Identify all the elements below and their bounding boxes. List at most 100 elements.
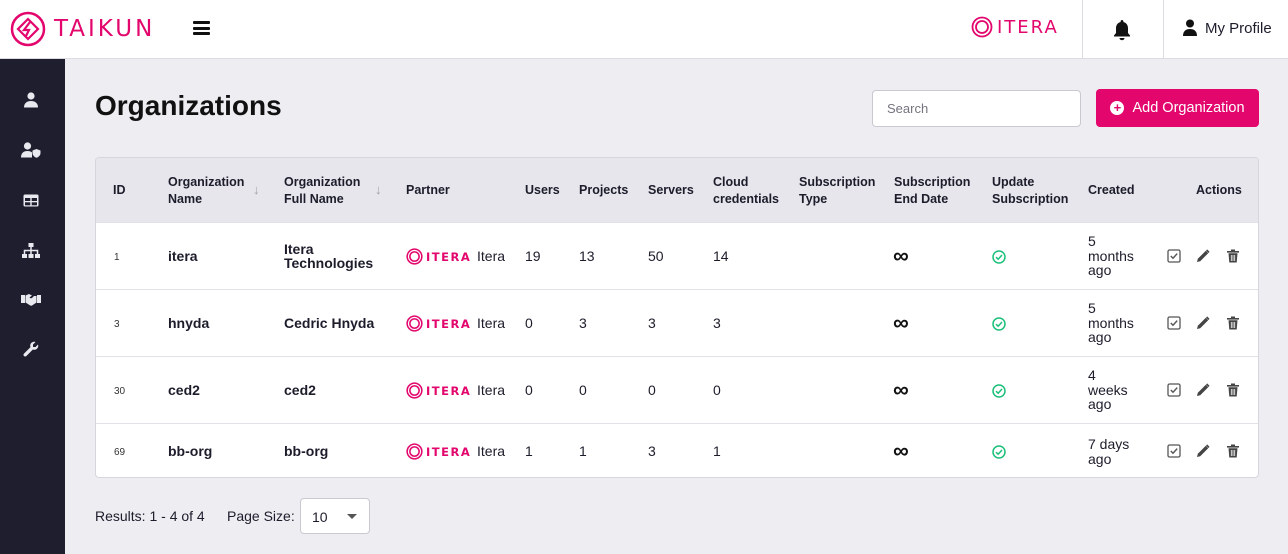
row-projects: 1 (579, 443, 587, 459)
row-full-name: ced2 (284, 383, 316, 398)
taikun-logo[interactable]: TAIKUN (10, 11, 155, 47)
wrench-icon (23, 341, 39, 357)
row-name[interactable]: hnyda (168, 316, 209, 331)
row-cloud-credentials: 0 (713, 382, 721, 398)
partner-logo-icon (406, 315, 423, 332)
col-organization-full-name[interactable]: Organization Full Name (284, 174, 360, 208)
table-row[interactable]: 3 hnyda Cedric Hnyda ITERA Itera 0 3 3 3… (96, 289, 1258, 356)
row-full-name-line1: ced2 (284, 382, 316, 398)
row-created-line2: months (1088, 247, 1134, 264)
page-title: Organizations (95, 90, 282, 121)
sort-arrow-icon[interactable]: ↓ (375, 182, 382, 197)
row-created: 5 months ago (1088, 301, 1134, 345)
search-input[interactable] (872, 90, 1081, 127)
col-cloud-credentials[interactable]: Cloud credentials (713, 174, 779, 208)
checkbox-icon[interactable] (1167, 383, 1181, 397)
row-servers: 3 (648, 315, 656, 331)
check-circle-icon[interactable] (992, 384, 1006, 398)
row-projects: 13 (579, 248, 595, 264)
menu-toggle-icon[interactable] (193, 21, 210, 35)
top-bar: TAIKUN ITERA My Profile (0, 0, 1288, 59)
col-id[interactable]: ID (113, 182, 126, 199)
col-update-line2: Subscription (992, 192, 1069, 206)
row-name[interactable]: ced2 (168, 383, 200, 398)
col-servers[interactable]: Servers (648, 182, 694, 199)
add-organization-label: Add Organization (1132, 100, 1245, 116)
partner-logo-text: ITERA (997, 16, 1059, 38)
check-circle-icon[interactable] (992, 445, 1006, 459)
row-created-line3: ago (1088, 262, 1112, 278)
infinity-icon: ∞ (893, 377, 909, 402)
col-projects[interactable]: Projects (579, 182, 628, 199)
col-created[interactable]: Created (1088, 182, 1135, 199)
row-id: 30 (114, 386, 126, 397)
sort-arrow-icon[interactable]: ↓ (253, 182, 260, 197)
row-created: 5 months ago (1088, 234, 1134, 278)
row-created-line1: 5 (1088, 233, 1096, 249)
edit-pencil-icon[interactable] (1196, 249, 1210, 263)
row-created: 7 days ago (1088, 437, 1129, 466)
partner-logo-icon (406, 382, 423, 399)
partner-logo: ITERA (971, 16, 1059, 38)
sidebar (0, 59, 65, 554)
row-partner: Itera (477, 443, 506, 459)
row-cloud-credentials: 14 (713, 248, 729, 264)
sidebar-item-user-roles[interactable] (20, 139, 42, 161)
checkbox-icon[interactable] (1167, 316, 1181, 330)
col-organization-name[interactable]: Organization Name (168, 174, 244, 208)
col-subscription-end-date[interactable]: Subscription End Date (894, 174, 970, 208)
table-row[interactable]: 30 ced2 ced2 ITERA Itera 0 0 0 0 ∞ 4 wee… (96, 356, 1258, 423)
edit-pencil-icon[interactable] (1196, 316, 1210, 330)
taikun-logo-icon (10, 11, 46, 47)
delete-trash-icon[interactable] (1226, 444, 1240, 458)
edit-pencil-icon[interactable] (1196, 444, 1210, 458)
checkbox-icon[interactable] (1167, 249, 1181, 263)
row-users: 19 (525, 248, 541, 264)
my-profile-button[interactable]: My Profile (1183, 19, 1272, 37)
table-header: ID Organization Name ↓ Organization Full… (96, 158, 1258, 222)
partner-mini-logo: ITERA (406, 315, 471, 332)
row-name[interactable]: bb-org (168, 444, 212, 459)
col-partner[interactable]: Partner (406, 182, 450, 199)
col-users[interactable]: Users (525, 182, 560, 199)
table-row[interactable]: 69 bb-org bb-org ITERA Itera 1 1 3 1 ∞ 7… (96, 423, 1258, 477)
col-subscription-type[interactable]: Subscription Type (799, 174, 875, 208)
edit-pencil-icon[interactable] (1196, 383, 1210, 397)
row-id: 3 (114, 319, 120, 330)
sidebar-item-settings[interactable] (20, 338, 42, 360)
row-full-name: Itera Technologies (284, 242, 373, 270)
table-icon (23, 194, 39, 206)
delete-trash-icon[interactable] (1226, 249, 1240, 263)
header-divider (1082, 0, 1083, 58)
handshake-icon (21, 293, 41, 306)
table-row[interactable]: 1 itera Itera Technologies ITERA Itera 1… (96, 222, 1258, 289)
row-created-line1: 7 days (1088, 436, 1130, 452)
notifications-bell-icon[interactable] (1112, 19, 1132, 41)
sidebar-item-organizations[interactable] (20, 239, 42, 261)
user-icon (1183, 19, 1197, 36)
user-shield-icon (21, 142, 41, 158)
sidebar-item-table[interactable] (20, 189, 42, 211)
page-size-select[interactable]: 10 (300, 498, 370, 534)
add-organization-button[interactable]: + Add Organization (1096, 89, 1259, 127)
partner-logo-text: ITERA (426, 249, 472, 264)
row-partner: Itera (477, 248, 506, 264)
page-size-label: Page Size: (227, 508, 295, 524)
check-circle-icon[interactable] (992, 317, 1006, 331)
delete-trash-icon[interactable] (1226, 383, 1240, 397)
row-created: 4 weeks ago (1088, 368, 1128, 412)
sidebar-item-partners[interactable] (20, 288, 42, 310)
delete-trash-icon[interactable] (1226, 316, 1240, 330)
infinity-icon: ∞ (893, 243, 909, 268)
sidebar-item-users[interactable] (20, 89, 42, 111)
row-name[interactable]: itera (168, 249, 198, 264)
row-created-line3: ago (1088, 329, 1112, 345)
check-circle-icon[interactable] (992, 250, 1006, 264)
col-update-subscription[interactable]: Update Subscription (992, 174, 1068, 208)
checkbox-icon[interactable] (1167, 444, 1181, 458)
row-users: 0 (525, 315, 533, 331)
col-full-name-line1: Organization (284, 175, 361, 189)
row-created-line2: ago (1088, 450, 1112, 467)
organizations-table: ID Organization Name ↓ Organization Full… (95, 157, 1259, 478)
row-created-line1: 4 (1088, 367, 1096, 383)
